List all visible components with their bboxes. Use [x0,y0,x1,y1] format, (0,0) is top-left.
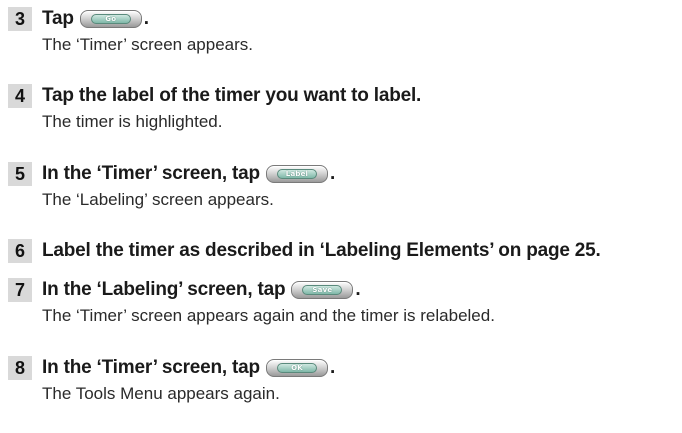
label-button-icon: Label [265,165,328,183]
instruction-text: Tap [42,8,74,29]
instruction-period: . [355,279,361,300]
instruction-text: In the ‘Timer’ screen, tap [42,357,260,378]
go-button-label: Go [105,15,117,23]
instruction-page: 3 Tap Go . The ‘Timer’ screen appears. 4… [0,0,682,433]
step-instruction: Label the timer as described in ‘Labelin… [42,240,601,261]
instruction-period: . [329,163,336,184]
step-7: 7 In the ‘Labeling’ screen, tap Save . T… [8,278,682,328]
ok-button-icon: OK [265,359,328,377]
step-number-badge: 7 [8,278,32,302]
step-number-badge: 4 [8,84,32,108]
instruction-text: In the ‘Timer’ screen, tap [42,163,260,184]
instruction-text: In the ‘Labeling’ screen, tap [42,279,286,300]
step-result: The ‘Timer’ screen appears again and the… [42,306,495,325]
instruction-period: . [143,8,149,29]
step-number-badge: 8 [8,356,32,380]
ok-button-label: OK [291,364,303,372]
step-result: The Tools Menu appears again. [42,384,280,403]
step-result: The ‘Timer’ screen appears. [42,35,254,54]
instruction-period: . [329,357,336,378]
step-instruction: Tap the label of the timer you want to l… [42,85,422,106]
step-number-badge: 3 [8,7,32,31]
step-result: The ‘Labeling’ screen appears. [42,190,274,209]
step-5: 5 In the ‘Timer’ screen, tap Label . The… [8,162,682,212]
step-result: The timer is highlighted. [42,112,223,131]
label-button-label: Label [285,170,309,178]
step-instruction: In the ‘Labeling’ screen, tap Save . [42,279,361,301]
step-number-badge: 5 [8,162,32,186]
step-number-badge: 6 [8,239,32,263]
step-instruction: In the ‘Timer’ screen, tap OK . [42,357,335,379]
save-button-label: Save [312,286,333,294]
go-button-icon: Go [79,10,142,28]
step-instruction: In the ‘Timer’ screen, tap Label . [42,163,335,185]
step-8: 8 In the ‘Timer’ screen, tap OK . The To… [8,356,682,406]
save-button-icon: Save [291,281,354,299]
step-4: 4 Tap the label of the timer you want to… [8,84,682,134]
step-instruction: Tap Go . [42,8,149,30]
step-3: 3 Tap Go . The ‘Timer’ screen appears. [8,7,682,57]
step-6: 6 Label the timer as described in ‘Label… [8,239,682,263]
